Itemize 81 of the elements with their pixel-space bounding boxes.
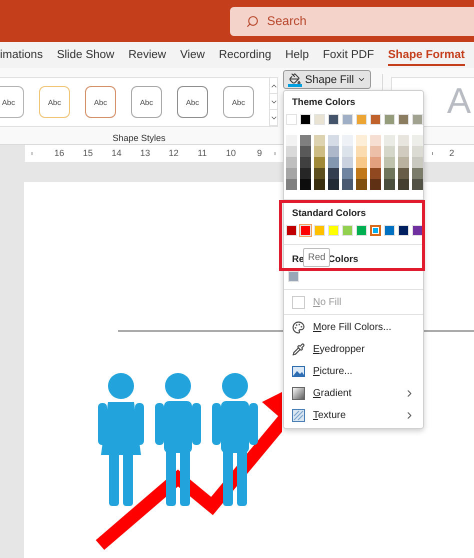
search-icon (246, 14, 259, 28)
color-swatch[interactable] (356, 146, 367, 157)
color-swatch[interactable] (328, 135, 339, 146)
color-swatch[interactable] (286, 157, 297, 168)
ribbon-tab[interactable]: Shape Format (388, 44, 465, 66)
color-swatch[interactable] (286, 179, 297, 190)
color-swatch[interactable] (300, 168, 311, 179)
color-swatch[interactable] (286, 146, 297, 157)
color-swatch[interactable] (356, 179, 367, 190)
menu-item[interactable]: More Fill Colors... (284, 316, 423, 338)
menu-item[interactable]: Texture (284, 404, 423, 426)
color-swatch[interactable] (370, 168, 382, 179)
color-swatch[interactable] (412, 168, 424, 179)
color-swatch[interactable] (370, 135, 382, 146)
color-swatch[interactable] (328, 168, 339, 179)
color-swatch[interactable] (286, 135, 297, 146)
color-swatch[interactable] (412, 146, 424, 157)
ribbon-tab[interactable]: Foxit PDF (322, 44, 374, 66)
color-swatch[interactable] (314, 168, 325, 179)
menu-item[interactable]: Gradient (284, 382, 423, 404)
color-swatch[interactable] (384, 168, 396, 179)
color-swatch[interactable] (314, 179, 325, 190)
color-swatch[interactable] (342, 179, 353, 190)
color-swatch[interactable] (356, 157, 367, 168)
palette-icon (292, 320, 305, 334)
color-swatch[interactable] (342, 168, 353, 179)
color-swatch[interactable] (412, 135, 424, 146)
search-field[interactable]: Search (230, 6, 474, 36)
color-swatch[interactable] (384, 179, 396, 190)
color-swatch[interactable] (356, 135, 367, 146)
color-swatch[interactable] (384, 146, 396, 157)
color-swatch[interactable] (384, 157, 396, 168)
color-swatch[interactable] (314, 146, 325, 157)
color-swatch[interactable] (356, 168, 367, 179)
color-swatch[interactable] (342, 146, 353, 157)
tooltip: Red (303, 248, 330, 267)
color-swatch[interactable] (370, 146, 382, 157)
texture-square-icon (292, 408, 305, 422)
color-swatch[interactable] (412, 157, 424, 168)
color-swatch[interactable] (300, 157, 311, 168)
color-swatch[interactable] (342, 157, 353, 168)
ribbon-tab[interactable]: View (180, 44, 205, 66)
group-label: Shape Styles (112, 133, 166, 143)
color-swatch[interactable] (398, 146, 410, 157)
color-swatch[interactable] (398, 157, 410, 168)
section-title: Re (292, 254, 304, 265)
color-swatch[interactable] (300, 135, 311, 146)
color-swatch[interactable] (342, 135, 353, 146)
picture-icon (292, 366, 305, 376)
paint-bucket-icon (288, 72, 302, 86)
color-swatch[interactable] (328, 146, 339, 157)
color-swatch[interactable] (314, 157, 325, 168)
eyedropper-icon (292, 342, 305, 356)
color-swatch[interactable] (398, 168, 410, 179)
color-swatch[interactable] (370, 179, 382, 190)
caret-icon (356, 75, 366, 84)
empty-box-icon (292, 296, 305, 308)
ribbon-tab[interactable]: Help (285, 44, 309, 66)
ribbon-tab[interactable]: imations (0, 44, 43, 66)
ribbon-tab[interactable]: Recording (218, 44, 272, 66)
color-swatch[interactable] (300, 179, 311, 190)
search-placeholder: Search (267, 14, 307, 28)
ribbon-tab[interactable]: Slide Show (56, 44, 114, 66)
ribbon-tab[interactable]: Review (128, 44, 166, 66)
color-swatch[interactable] (300, 146, 311, 157)
color-swatch[interactable] (412, 179, 424, 190)
color-swatch[interactable] (398, 179, 410, 190)
color-swatch[interactable] (398, 135, 410, 146)
color-swatch[interactable] (384, 135, 396, 146)
color-swatch[interactable] (286, 168, 297, 179)
color-swatch[interactable] (314, 135, 325, 146)
color-swatch[interactable] (370, 225, 381, 236)
menu-item[interactable]: Eyedropper (284, 338, 423, 360)
gradient-square-icon (292, 386, 305, 400)
section-title: Theme Colors (291, 97, 356, 108)
color-swatch[interactable] (328, 157, 339, 168)
menu-item[interactable]: Picture... (284, 360, 423, 382)
color-swatch[interactable] (370, 157, 382, 168)
section-title: Standard Colors (291, 208, 367, 219)
shape-fill-button[interactable]: Shape Fill (283, 70, 371, 89)
color-swatch[interactable] (328, 179, 339, 190)
